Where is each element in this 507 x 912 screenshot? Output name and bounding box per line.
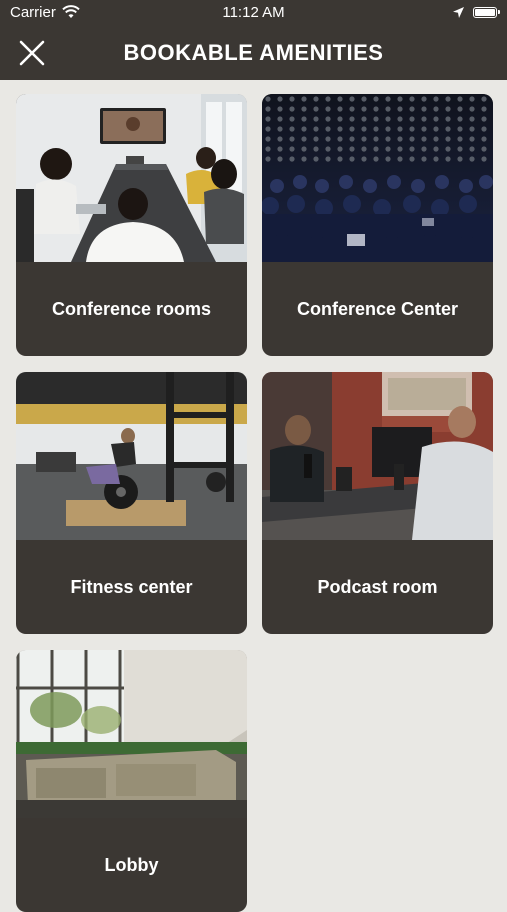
lobby-photo [16, 650, 247, 818]
amenity-label: Conference Center [296, 298, 459, 319]
amenity-label: Conference rooms [51, 298, 212, 319]
status-time: 11:12 AM [222, 4, 285, 21]
amenity-label: Podcast room [317, 576, 438, 597]
amenities-grid: Conference rooms Conference Center Fitne… [0, 80, 507, 912]
amenity-card-lobby[interactable]: Lobby [16, 650, 247, 912]
header-bar: BOOKABLE AMENITIES [0, 26, 507, 80]
amenity-card-conference-rooms[interactable]: Conference rooms [16, 94, 247, 356]
audience-photo [262, 94, 493, 262]
battery-icon [473, 7, 500, 18]
location-arrow-icon [452, 6, 465, 19]
gym-photo [16, 372, 247, 540]
amenity-card-fitness-center[interactable]: Fitness center [16, 372, 247, 634]
podcast-photo [262, 372, 493, 540]
amenity-card-conference-center[interactable]: Conference Center [262, 94, 493, 356]
page-title: BOOKABLE AMENITIES [123, 40, 384, 65]
amenity-label: Fitness center [70, 576, 193, 597]
amenity-label: Lobby [104, 854, 159, 875]
status-bar: Carrier 11:12 AM [0, 0, 507, 26]
amenity-card-podcast-room[interactable]: Podcast room [262, 372, 493, 634]
conference-room-photo [16, 94, 247, 262]
